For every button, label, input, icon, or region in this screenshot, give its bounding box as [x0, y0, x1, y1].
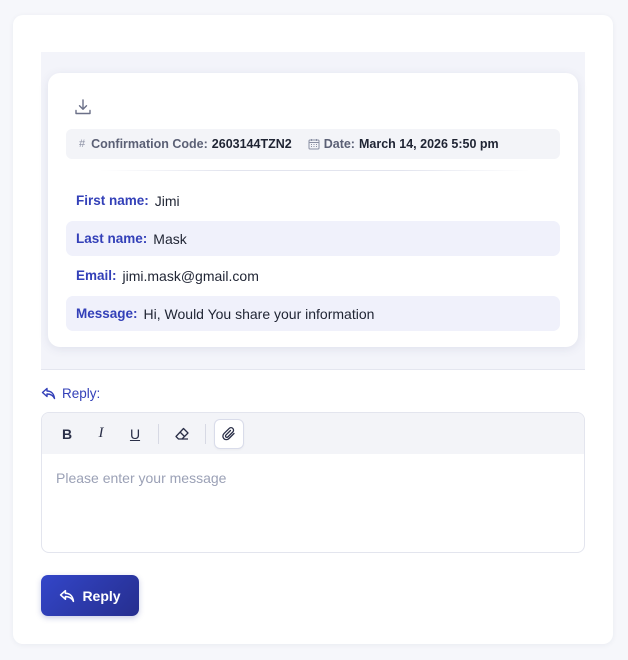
- field-message: Message: Hi, Would You share your inform…: [66, 296, 560, 331]
- field-label: Message:: [76, 306, 138, 321]
- italic-button[interactable]: I: [86, 419, 116, 449]
- download-icon[interactable]: [73, 97, 93, 117]
- field-email: Email: jimi.mask@gmail.com: [66, 258, 560, 293]
- reply-button-label: Reply: [82, 587, 121, 604]
- reply-label: Reply:: [41, 386, 100, 401]
- editor-toolbar: B I U: [42, 413, 584, 454]
- date-value: March 14, 2026 5:50 pm: [358, 137, 499, 151]
- field-label: Last name:: [76, 231, 148, 246]
- field-label: Email:: [76, 268, 117, 283]
- reply-arrow-icon: [41, 387, 56, 400]
- toolbar-separator: [158, 423, 159, 444]
- reply-label-text: Reply:: [62, 386, 101, 401]
- field-value: Jimi: [154, 192, 180, 209]
- confirmation-code-value: 2603144TZN2: [211, 137, 292, 151]
- field-first-name: First name: Jimi: [66, 183, 560, 218]
- toolbar-separator: [205, 423, 206, 444]
- message-input[interactable]: Please enter your message: [42, 454, 584, 552]
- clear-format-button[interactable]: [167, 419, 197, 449]
- calendar-icon: [308, 138, 320, 150]
- divider: [100, 170, 530, 171]
- hash-icon: #: [79, 138, 86, 150]
- field-last-name: Last name: Mask: [66, 221, 560, 256]
- field-label: First name:: [76, 193, 149, 208]
- confirmation-meta-bar: # Confirmation Code: 2603144TZN2 Date: M…: [66, 129, 560, 159]
- field-value: Mask: [153, 230, 187, 247]
- eraser-icon: [175, 427, 189, 440]
- reply-editor: B I U Please enter your message: [41, 412, 585, 553]
- reply-arrow-icon: [60, 589, 75, 602]
- date-label: Date:: [323, 137, 355, 151]
- paperclip-icon: [222, 426, 235, 440]
- reply-button[interactable]: Reply: [41, 575, 139, 616]
- field-value: Hi, Would You share your information: [143, 305, 375, 322]
- underline-button[interactable]: U: [120, 419, 150, 449]
- attach-button[interactable]: [214, 418, 244, 449]
- bold-button[interactable]: B: [52, 419, 82, 449]
- confirmation-code-label: Confirmation Code:: [91, 137, 208, 151]
- field-value: jimi.mask@gmail.com: [122, 267, 259, 284]
